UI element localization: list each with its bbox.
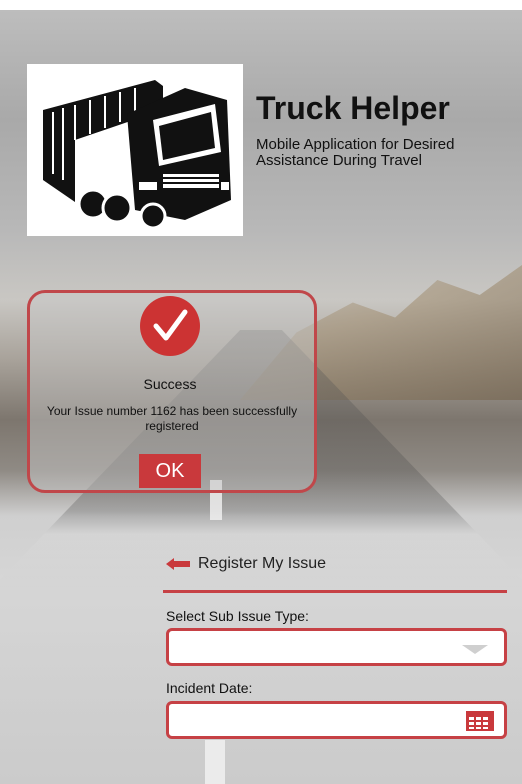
- app-logo: [27, 64, 243, 236]
- app-subtitle: Mobile Application for Desired Assistanc…: [256, 136, 455, 169]
- section-divider: [163, 590, 507, 593]
- left-arrow-icon: [166, 558, 190, 570]
- incident-date-field[interactable]: [166, 701, 507, 739]
- dialog-title: Success: [143, 376, 197, 392]
- calendar-icon[interactable]: [466, 711, 494, 731]
- app-screen: Truck Helper Mobile Application for Desi…: [0, 0, 522, 784]
- chevron-down-icon: [462, 645, 488, 654]
- checkmark-icon: [140, 296, 200, 356]
- register-issue-back[interactable]: Register My Issue: [166, 555, 326, 573]
- incident-date-label: Incident Date:: [166, 680, 253, 696]
- truck-icon: [43, 80, 231, 230]
- register-issue-label: Register My Issue: [198, 555, 327, 572]
- road-lane-marking: [205, 740, 225, 784]
- ok-button[interactable]: OK: [139, 454, 201, 488]
- dialog-message: Your Issue number 1162 has been successf…: [46, 404, 298, 433]
- sub-issue-type-select[interactable]: [166, 628, 507, 666]
- app-title: Truck Helper: [256, 90, 450, 126]
- sub-issue-type-label: Select Sub Issue Type:: [166, 608, 309, 624]
